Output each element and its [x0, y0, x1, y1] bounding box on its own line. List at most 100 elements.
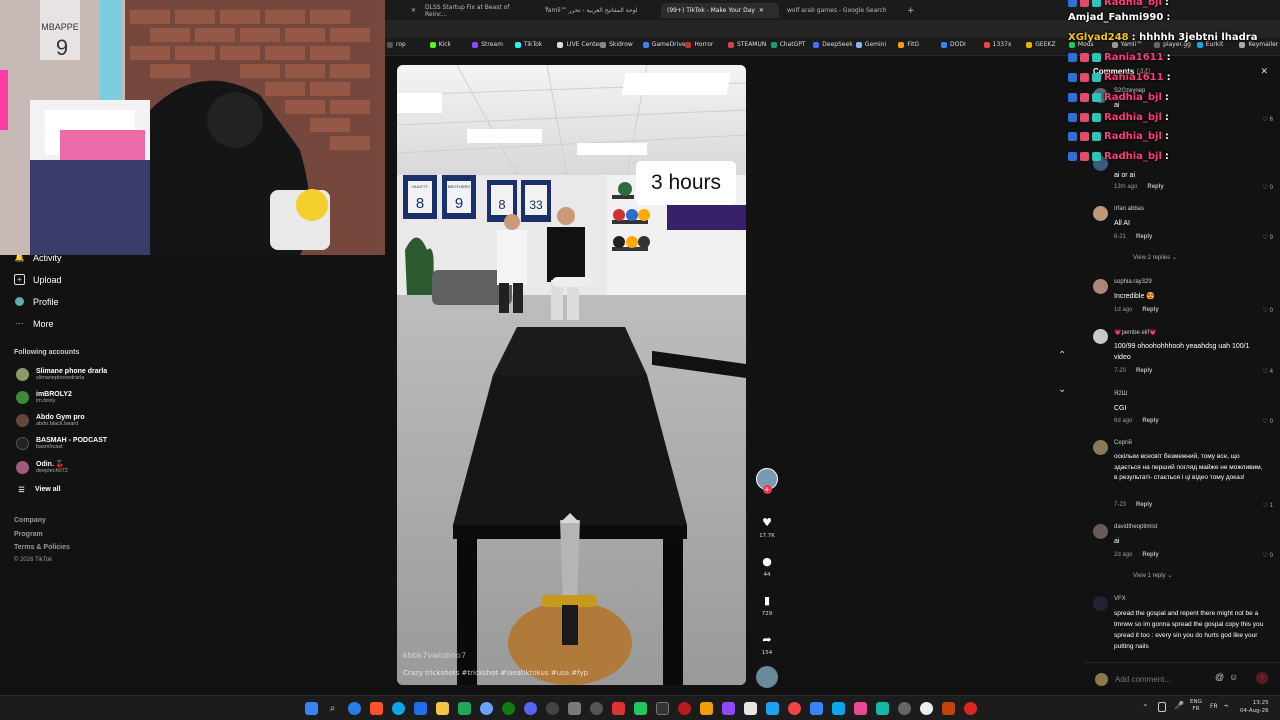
comment-user[interactable]: VFX — [1114, 596, 1126, 602]
reply-button[interactable]: Reply — [1136, 234, 1152, 240]
view-all-button[interactable]: ☰ View all — [16, 484, 60, 495]
bookmark-item[interactable]: LIVE Center — [557, 41, 602, 48]
comment-user[interactable]: sophia.ray329 — [1114, 279, 1152, 285]
following-account[interactable]: BASMAH - PODCAST basmhcast — [16, 437, 107, 450]
app-icon[interactable] — [832, 702, 845, 715]
music-disc-button[interactable] — [752, 666, 782, 688]
network-icon[interactable]: ⌁ — [1224, 701, 1229, 710]
app-icon[interactable] — [920, 702, 933, 715]
follow-plus-icon[interactable]: + — [762, 485, 772, 494]
tab-yamli[interactable]: ٌYamli™ لوحة المفاتيح العربية - تحرر — [539, 3, 659, 18]
send-arrow-icon[interactable]: ↑ — [1256, 672, 1268, 684]
bookmark-item[interactable]: Yamli™ — [1111, 41, 1142, 48]
bookmark-item[interactable]: rop — [387, 41, 406, 48]
app-icon[interactable] — [942, 702, 955, 715]
next-video-chevron-down-icon[interactable]: ⌄ — [1058, 384, 1066, 395]
app-icon[interactable] — [810, 702, 823, 715]
close-icon[interactable]: ✕ — [1260, 66, 1268, 77]
app-icon[interactable] — [788, 702, 801, 715]
reply-button[interactable]: Reply — [1136, 368, 1152, 374]
comment-like[interactable]: ♡ 1 — [1263, 502, 1273, 509]
bookmark-item[interactable]: DeepSeek — [813, 41, 853, 48]
bookmark-item[interactable]: TikTok — [514, 41, 542, 48]
tab-dlss[interactable]: DLSS Startup Fix at Beast of Reinc... — [419, 3, 539, 18]
keyboard-layout[interactable]: FR — [1210, 703, 1218, 710]
tray-chevron-up-icon[interactable]: ⌃ — [1142, 703, 1149, 712]
app-icon[interactable] — [480, 702, 493, 715]
app-icon[interactable] — [590, 702, 603, 715]
comment-button[interactable]: ● 44 — [752, 550, 782, 579]
app-icon[interactable] — [700, 702, 713, 715]
following-account[interactable]: Slimane phone drarla slimanephonedrarla — [16, 368, 107, 381]
app-icon[interactable] — [612, 702, 625, 715]
comment-like[interactable]: ♡ 0 — [1263, 418, 1273, 425]
reply-button[interactable]: Reply — [1147, 184, 1163, 190]
app-icon[interactable] — [744, 702, 757, 715]
comment-user[interactable]: Я2Ш — [1114, 391, 1127, 397]
search-icon[interactable]: ⌕ — [326, 702, 339, 715]
app-icon[interactable] — [876, 702, 889, 715]
view-replies-button[interactable]: View 2 replies ⌄ — [1133, 254, 1177, 261]
obs-icon[interactable] — [656, 702, 669, 715]
new-tab-button[interactable]: + — [901, 3, 921, 18]
comment-user[interactable]: Сергій — [1114, 440, 1132, 446]
comment-like[interactable]: ♡ 9 — [1263, 234, 1273, 241]
comment-like[interactable]: ♡ 0 — [1263, 552, 1273, 559]
save-button[interactable]: ▮ 729 — [752, 589, 782, 618]
twitch-icon[interactable] — [722, 702, 735, 715]
app-icon[interactable] — [766, 702, 779, 715]
bookmark-item[interactable]: Eurkit — [1196, 41, 1223, 48]
bookmark-item[interactable]: GameDrive — [642, 41, 686, 48]
bookmark-item[interactable]: Gemini — [855, 41, 886, 48]
app-icon[interactable] — [546, 702, 559, 715]
bookmark-item[interactable]: Stream — [472, 41, 503, 48]
bookmark-item[interactable]: Mods — [1068, 41, 1094, 48]
following-account[interactable]: Odin. 🍒 deeptech072 — [16, 460, 68, 474]
bookmark-item[interactable]: GEEKZ — [1026, 41, 1056, 48]
reply-button[interactable]: Reply — [1142, 418, 1158, 424]
sidebar-item-profile[interactable]: Profile — [14, 296, 59, 307]
bookmark-item[interactable]: ChatGPT — [770, 41, 806, 48]
comment-user[interactable]: davidtheoptimist — [1114, 524, 1157, 530]
share-button[interactable]: ➦ 154 — [752, 628, 782, 657]
emoji-icon[interactable]: ☺ — [1229, 672, 1238, 682]
mention-icon[interactable]: @ — [1215, 672, 1224, 682]
brave-icon[interactable] — [370, 702, 383, 715]
tab-google[interactable]: wolf arab games - Google Search — [781, 3, 901, 18]
clock[interactable]: 13:25 04-Aug-26 — [1240, 699, 1269, 715]
view-replies-button[interactable]: View 1 reply ⌄ — [1133, 572, 1172, 579]
comment-like[interactable]: ♡ 4 — [1263, 368, 1273, 375]
footer-company[interactable]: Company — [14, 517, 46, 524]
previous-video-chevron-up-icon[interactable]: ⌃ — [1058, 350, 1066, 361]
sidebar-item-upload[interactable]: + Upload — [14, 274, 62, 285]
reply-button[interactable]: Reply — [1136, 502, 1152, 508]
comment-like[interactable]: ♡ 0 — [1263, 307, 1273, 314]
battery-icon[interactable] — [1158, 702, 1166, 712]
app-icon[interactable] — [964, 702, 977, 715]
comment-user[interactable]: S2Gzeynep — [1114, 88, 1145, 94]
comment-input[interactable] — [1115, 671, 1210, 688]
reply-button[interactable]: Reply — [1142, 307, 1158, 313]
mic-icon[interactable]: 🎤 — [1174, 701, 1184, 710]
bookmark-item[interactable]: 1337x — [983, 41, 1011, 48]
footer-terms[interactable]: Terms & Policies — [14, 544, 70, 551]
app-icon[interactable] — [898, 702, 911, 715]
like-button[interactable]: ♥ 17.7K — [752, 511, 782, 540]
comment-like[interactable]: ♡ 0 — [1263, 184, 1273, 191]
bookmark-item[interactable]: Horror — [685, 41, 713, 48]
windows-start-icon[interactable] — [305, 702, 318, 715]
comment-user[interactable]: 💗pembe elif💗 — [1114, 329, 1157, 336]
bookmark-item[interactable]: Skidrow — [600, 41, 633, 48]
bookmark-item[interactable]: Keymailer — [1239, 41, 1278, 48]
play-icon[interactable] — [634, 702, 647, 715]
address-bar[interactable] — [385, 20, 1280, 38]
following-account[interactable]: imBROLY2 im.broly — [16, 391, 72, 404]
following-account[interactable]: Abdo Gym pro abdo.black.beard — [16, 414, 85, 427]
app-icon[interactable] — [458, 702, 471, 715]
tab-tiktok[interactable]: (99+) TikTok - Make Your Day ✕ — [661, 3, 779, 18]
tab-close-icon[interactable]: ✕ — [759, 7, 764, 14]
creator-avatar-button[interactable]: + — [752, 468, 782, 494]
bookmark-item[interactable]: player.gg — [1154, 41, 1191, 48]
bookmark-item[interactable]: Kick — [429, 41, 451, 48]
language-switcher[interactable]: ENG FR — [1190, 699, 1202, 713]
